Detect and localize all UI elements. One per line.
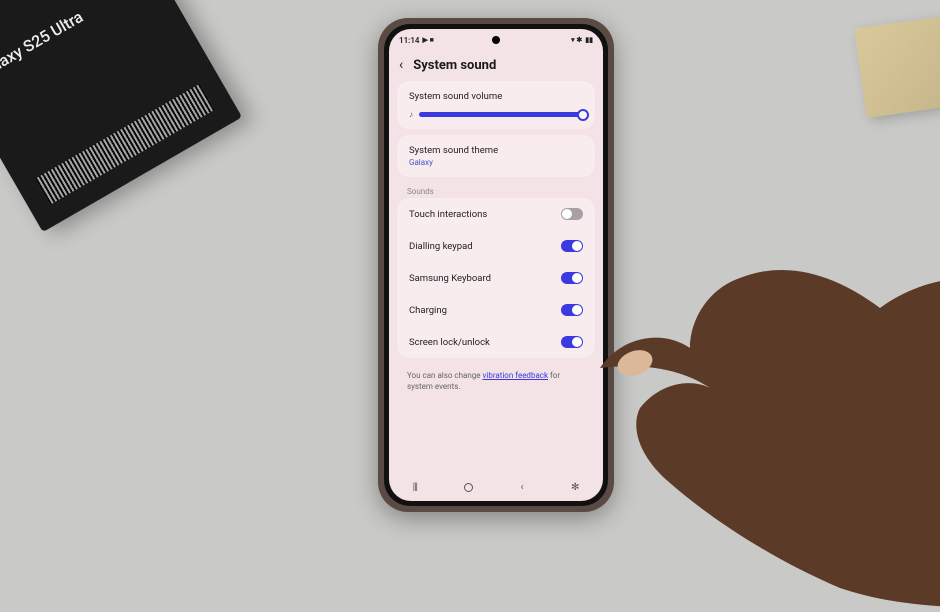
product-box: Galaxy S25 Ultra <box>0 0 242 232</box>
volume-icon: ♪ <box>409 110 413 119</box>
back-icon[interactable]: ‹ <box>399 57 403 73</box>
nav-home-icon[interactable] <box>464 483 473 492</box>
status-right-icons: ▾ ✱ <box>571 36 582 44</box>
toggle-label: Dialling keypad <box>409 241 473 252</box>
toggle-touch-interactions[interactable] <box>561 208 583 220</box>
battery-icon: ▮▮ <box>585 36 593 44</box>
toggle-label: Screen lock/unlock <box>409 337 490 348</box>
toggle-row-touch: Touch interactions <box>397 198 595 230</box>
volume-slider[interactable] <box>419 112 583 117</box>
toggle-samsung-keyboard[interactable] <box>561 272 583 284</box>
product-box-label: Galaxy S25 Ultra <box>0 7 86 82</box>
toggle-screen-lock[interactable] <box>561 336 583 348</box>
status-time: 11:14 <box>399 36 419 45</box>
volume-card: System sound volume ♪ <box>397 81 595 129</box>
theme-value: Galaxy <box>409 158 583 167</box>
phone-screen: 11:14 ▶ ■ ▾ ✱ ▮▮ ‹ System sound System s… <box>389 29 603 501</box>
theme-label: System sound theme <box>409 145 583 156</box>
footer-prefix: You can also change <box>407 371 483 380</box>
nav-assistant-icon[interactable]: ✻ <box>571 482 579 493</box>
page-title: System sound <box>413 58 496 73</box>
volume-slider-thumb[interactable] <box>577 109 589 121</box>
nav-back-icon[interactable]: ‹ <box>521 482 524 493</box>
toggle-list: Touch interactions Dialling keypad Samsu… <box>397 198 595 358</box>
camera-hole <box>492 36 500 44</box>
theme-card[interactable]: System sound theme Galaxy <box>397 135 595 177</box>
toggle-row-dialling: Dialling keypad <box>397 230 595 262</box>
nav-bar: ||| ‹ ✻ <box>389 473 603 501</box>
status-left-icons: ▶ ■ <box>422 36 433 44</box>
toggle-label: Samsung Keyboard <box>409 273 491 284</box>
volume-label: System sound volume <box>409 91 583 102</box>
toggle-row-charging: Charging <box>397 294 595 326</box>
footer-note: You can also change vibration feedback f… <box>389 358 603 404</box>
page-header: ‹ System sound <box>389 51 603 81</box>
toggle-label: Charging <box>409 305 447 316</box>
toggle-row-screenlock: Screen lock/unlock <box>397 326 595 358</box>
toggle-dialling-keypad[interactable] <box>561 240 583 252</box>
nav-recents-icon[interactable]: ||| <box>413 482 417 493</box>
barcode-graphic <box>35 84 215 205</box>
toggle-charging[interactable] <box>561 304 583 316</box>
section-label: Sounds <box>389 183 603 198</box>
vibration-feedback-link[interactable]: vibration feedback <box>483 371 549 380</box>
toggle-label: Touch interactions <box>409 209 487 220</box>
toggle-row-keyboard: Samsung Keyboard <box>397 262 595 294</box>
wooden-block <box>854 12 940 118</box>
phone-frame: 11:14 ▶ ■ ▾ ✱ ▮▮ ‹ System sound System s… <box>378 18 614 512</box>
